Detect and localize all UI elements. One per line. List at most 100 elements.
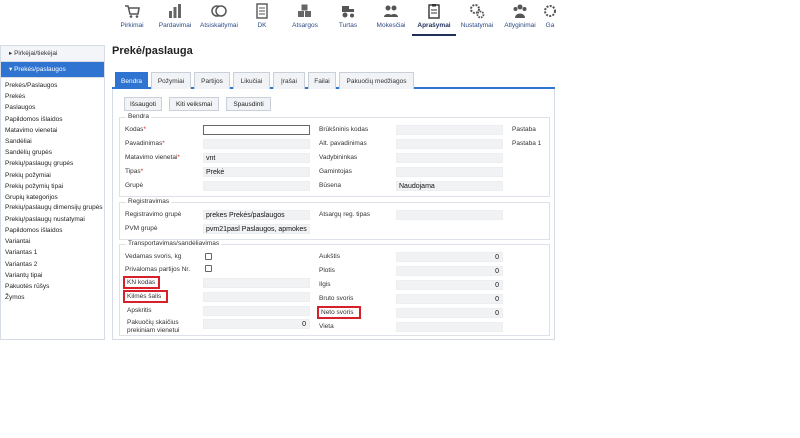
- tab-failai[interactable]: Failai: [308, 72, 336, 89]
- page-title: Prekė/paslauga: [112, 45, 193, 57]
- kodas-input[interactable]: [203, 125, 310, 135]
- toolbar-item-aprasymai[interactable]: Aprašymai: [412, 0, 456, 36]
- toolbar-item-atlyginimai[interactable]: Atlyginimai: [498, 0, 542, 36]
- busena-select[interactable]: Naudojama: [396, 181, 503, 191]
- sidebar-item[interactable]: Pakuotės rūšys: [1, 281, 104, 292]
- toolbar-item-pirkimai[interactable]: Pirkimai: [110, 0, 154, 36]
- pvm-grupe-label: PVM grupė: [125, 225, 158, 232]
- grupe-input[interactable]: [203, 181, 310, 191]
- more-actions-button[interactable]: Kiti veiksmai: [169, 97, 219, 111]
- pavadinimas-input[interactable]: [203, 139, 310, 149]
- toolbar-item-mokesciai[interactable]: Mokesčiai: [369, 0, 413, 36]
- toolbar-item-turtas[interactable]: Turtas: [326, 0, 370, 36]
- sidebar-item[interactable]: Paslaugos: [1, 102, 104, 113]
- tab-bendra[interactable]: Bendra: [115, 72, 148, 89]
- vedamas-svoris-checkbox[interactable]: [205, 253, 212, 260]
- toolbar-label: Mokesčiai: [376, 22, 406, 29]
- sidebar-item[interactable]: Prekės/Paslaugos: [1, 80, 104, 91]
- plotis-input[interactable]: 0: [396, 266, 503, 276]
- toolbar-label: Nustatymai: [460, 22, 494, 29]
- toolbar-item-nustatymai[interactable]: Nustatymai: [455, 0, 499, 36]
- pakuociu-skaicius-input[interactable]: 0: [203, 319, 310, 329]
- toolbar-item-pardavimai[interactable]: Pardavimai: [153, 0, 197, 36]
- privalomas-partijos-checkbox[interactable]: [205, 265, 212, 272]
- save-button[interactable]: Išsaugoti: [124, 97, 162, 111]
- sidebar-item[interactable]: Žymos: [1, 292, 104, 303]
- toolbar-label: Aprašymai: [417, 22, 451, 29]
- kodas-label: Kodas*: [125, 126, 146, 133]
- tab-pozymiai[interactable]: Požymiai: [151, 72, 191, 89]
- alt-pavadinimas-input[interactable]: [396, 139, 503, 149]
- sidebar-item[interactable]: Prekės: [1, 91, 104, 102]
- registravimo-grupe-select[interactable]: prekes Prekės/paslaugos: [203, 210, 310, 220]
- gamintojas-input[interactable]: [396, 167, 503, 177]
- gamintojas-label: Gamintojas: [319, 168, 352, 175]
- sidebar-item[interactable]: Variantas 2: [1, 259, 104, 270]
- bar-chart-icon: [167, 3, 183, 19]
- sidebar-section-pirkejai[interactable]: ▸ Pirkėjai/tiekėjai: [1, 46, 104, 62]
- fieldset-legend: Registravimas: [126, 198, 172, 205]
- cart-icon: [124, 3, 140, 19]
- kilmes-salis-input[interactable]: [203, 292, 310, 302]
- settings-icon: [542, 3, 558, 19]
- matavimo-vienetas-label: Matavimo vienetai*: [125, 154, 180, 161]
- tipas-select[interactable]: Prekė: [203, 167, 310, 177]
- employees-icon: [512, 3, 528, 19]
- pvm-grupe-select[interactable]: pvm21pasl Paslaugos, apmokes: [203, 224, 310, 234]
- sidebar-item[interactable]: Sandėlių grupės: [1, 147, 104, 158]
- vieta-input[interactable]: [396, 322, 503, 332]
- sidebar-item[interactable]: Variantai: [1, 236, 104, 247]
- toolbar-item-atsiskaitymai[interactable]: Atsiskaitymai: [197, 0, 241, 36]
- coins-icon: [211, 3, 227, 19]
- toolbar-item-dk[interactable]: DK: [240, 0, 284, 36]
- sidebar-item[interactable]: Prekių požymių tipai: [1, 181, 104, 192]
- sidebar-item[interactable]: Prekių/paslaugų grupės: [1, 158, 104, 169]
- alt-pavadinimas-label: Alt. pavadinimas: [319, 140, 367, 147]
- sidebar-item[interactable]: Prekių/paslaugų nustatymai: [1, 214, 104, 225]
- vieta-label: Vieta: [319, 323, 334, 330]
- sidebar-item[interactable]: Variantas 1: [1, 247, 104, 258]
- matavimo-vienetas-input[interactable]: vnt: [203, 153, 310, 163]
- plotis-label: Plotis: [319, 267, 335, 274]
- busena-label: Būsena: [319, 182, 342, 189]
- sidebar-item[interactable]: Matavimo vienetai: [1, 125, 104, 136]
- ilgis-label: Ilgis: [319, 281, 331, 288]
- bruto-svoris-input[interactable]: 0: [396, 294, 503, 304]
- tab-partijos[interactable]: Partijos: [194, 72, 230, 89]
- print-button[interactable]: Spausdinti: [226, 97, 271, 111]
- sidebar-item[interactable]: Sandėliai: [1, 136, 104, 147]
- apskritis-input[interactable]: [203, 306, 310, 316]
- tab-pakuociu-medziagos[interactable]: Pakuočių medžiagos: [339, 72, 414, 89]
- fieldset-legend: Bendra: [126, 113, 151, 120]
- neto-svoris-input[interactable]: 0: [396, 308, 503, 318]
- vadybininkas-input[interactable]: [396, 153, 503, 163]
- toolbar-label: Ga: [545, 22, 555, 29]
- sidebar-item[interactable]: Prekių/paslaugų dimensijų grupės: [1, 203, 104, 214]
- tab-irasai[interactable]: Įrašai: [273, 72, 305, 89]
- tab-likuciai[interactable]: Likučiai: [233, 72, 270, 89]
- atsargu-reg-tipas-select[interactable]: [396, 210, 503, 220]
- gears-icon: [469, 3, 485, 19]
- brukninis-kodas-input[interactable]: [396, 125, 503, 135]
- kn-kodas-input[interactable]: [203, 278, 310, 288]
- atsargu-reg-tipas-label: Atsargų reg. tipas: [319, 211, 370, 218]
- sidebar-section-prekes[interactable]: ▾ Prekės/paslaugos: [1, 62, 104, 78]
- toolbar-label: Pirkimai: [120, 22, 144, 29]
- sidebar-item[interactable]: Prekių požymiai: [1, 170, 104, 181]
- ilgis-input[interactable]: 0: [396, 280, 503, 290]
- vedamas-svoris-label: Vedamas svoris, kg: [125, 253, 182, 260]
- toolbar-item-atsargos[interactable]: Atsargos: [283, 0, 327, 36]
- sidebar-item[interactable]: Papildomos išlaidos: [1, 114, 104, 125]
- toolbar-item-ga[interactable]: Ga: [540, 0, 560, 36]
- chevron-right-icon: ▸: [9, 50, 13, 57]
- aukstis-input[interactable]: 0: [396, 252, 503, 262]
- sidebar-item[interactable]: Papildomos išlaidos: [1, 225, 104, 236]
- sidebar-item[interactable]: Grupių kategorijos: [1, 192, 104, 203]
- pastaba-label: Pastaba: [512, 126, 536, 133]
- sidebar-section-label: Prekės/paslaugos: [14, 66, 66, 73]
- sidebar-item[interactable]: Variantų tipai: [1, 270, 104, 281]
- tipas-label: Tipas*: [125, 168, 144, 175]
- brukninis-kodas-label: Brūkšninis kodas: [319, 126, 369, 133]
- toolbar-label: DK: [257, 22, 267, 29]
- sidebar-section-label: Pirkėjai/tiekėjai: [14, 50, 58, 57]
